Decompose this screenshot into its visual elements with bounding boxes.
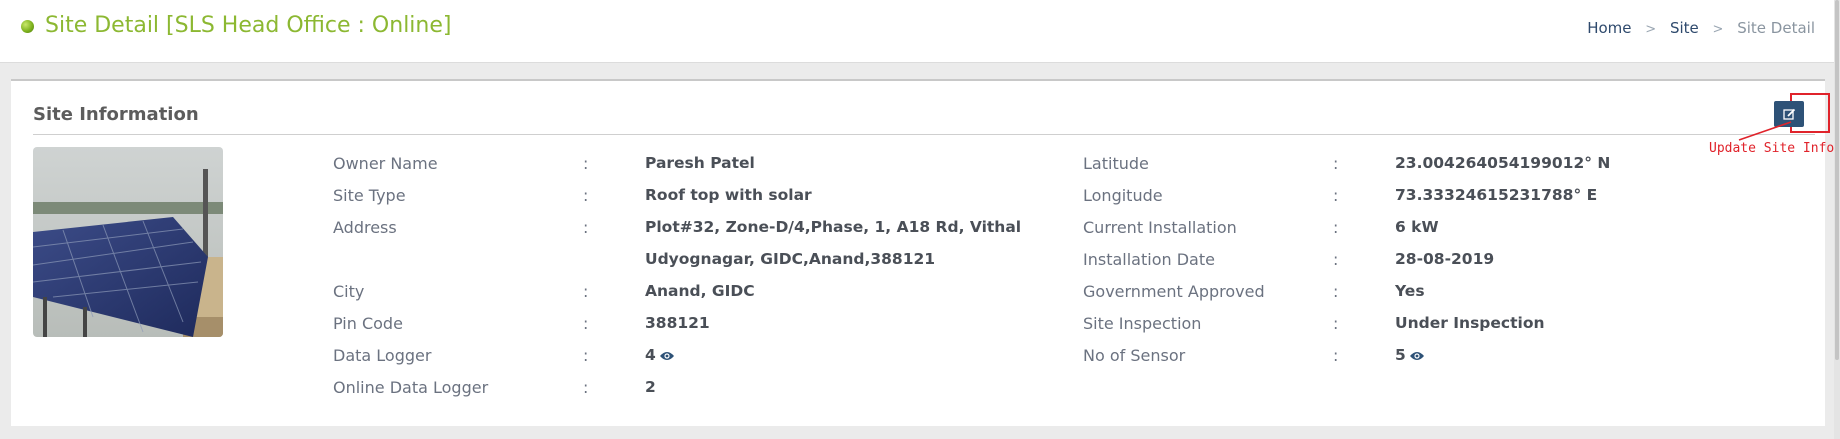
field-label: Site Type bbox=[333, 186, 406, 205]
field-colon: : bbox=[583, 314, 589, 333]
field-colon: : bbox=[1333, 346, 1339, 365]
edit-icon bbox=[1782, 108, 1795, 120]
breadcrumb: Home > Site > Site Detail bbox=[1587, 19, 1815, 37]
field-colon: : bbox=[1333, 154, 1339, 173]
page-scrollbar[interactable] bbox=[1834, 0, 1840, 439]
chevron-right-icon: > bbox=[1712, 22, 1724, 37]
field-colon: : bbox=[1333, 218, 1339, 237]
field-label: No of Sensor bbox=[1083, 346, 1186, 365]
field-value: Anand, GIDC bbox=[645, 282, 755, 300]
field-value: Plot#32, Zone-D/4,Phase, 1, A18 Rd, Vith… bbox=[645, 218, 1022, 236]
field-value: 5 bbox=[1395, 346, 1406, 364]
page-title: Site Detail [SLS Head Office : Online] bbox=[45, 13, 452, 38]
field-colon: : bbox=[583, 186, 589, 205]
field-value: 73.33324615231788° E bbox=[1395, 186, 1598, 204]
solar-panel-image bbox=[33, 147, 223, 337]
field-label: Online Data Logger bbox=[333, 378, 489, 397]
data-logger-value: 4 bbox=[645, 346, 675, 364]
site-photo bbox=[33, 147, 223, 337]
field-value-line2: Udyognagar, GIDC,Anand,388121 bbox=[645, 250, 936, 268]
breadcrumb-current: Site Detail bbox=[1737, 19, 1815, 37]
field-value: 388121 bbox=[645, 314, 710, 332]
field-value: 2 bbox=[645, 378, 656, 396]
field-colon: : bbox=[583, 378, 589, 397]
field-label: Address bbox=[333, 218, 397, 237]
field-colon: : bbox=[1333, 282, 1339, 301]
breadcrumb-home[interactable]: Home bbox=[1587, 19, 1631, 37]
field-colon: : bbox=[583, 282, 589, 301]
field-value: 6 kW bbox=[1395, 218, 1439, 236]
breadcrumb-site[interactable]: Site bbox=[1670, 19, 1699, 37]
field-colon: : bbox=[583, 218, 589, 237]
card-title: Site Information bbox=[33, 104, 199, 125]
field-colon: : bbox=[1333, 186, 1339, 205]
field-value: Yes bbox=[1395, 282, 1425, 300]
field-value: Roof top with solar bbox=[645, 186, 812, 204]
online-status-icon bbox=[21, 20, 34, 33]
field-colon: : bbox=[1333, 314, 1339, 333]
field-value: Paresh Patel bbox=[645, 154, 755, 172]
field-label: Longitude bbox=[1083, 186, 1163, 205]
field-label: City bbox=[333, 282, 365, 301]
card-divider bbox=[33, 134, 1815, 135]
field-label: Pin Code bbox=[333, 314, 403, 333]
callout-arrow bbox=[1738, 121, 1792, 141]
field-value: 4 bbox=[645, 346, 656, 364]
field-label: Government Approved bbox=[1083, 282, 1265, 301]
field-label: Site Inspection bbox=[1083, 314, 1202, 333]
update-site-info-callout: Update Site Info bbox=[1709, 141, 1835, 156]
field-label: Owner Name bbox=[333, 154, 438, 173]
eye-icon[interactable] bbox=[659, 350, 675, 362]
field-value: 28-08-2019 bbox=[1395, 250, 1495, 268]
chevron-right-icon: > bbox=[1645, 22, 1657, 37]
sensor-count-value: 5 bbox=[1395, 346, 1425, 364]
field-colon: : bbox=[583, 154, 589, 173]
field-label: Current Installation bbox=[1083, 218, 1237, 237]
field-label: Latitude bbox=[1083, 154, 1149, 173]
field-value: 23.004264054199012° N bbox=[1395, 154, 1611, 172]
field-colon: : bbox=[583, 346, 589, 365]
scrollbar-thumb[interactable] bbox=[1835, 0, 1839, 360]
field-label: Data Logger bbox=[333, 346, 432, 365]
field-label: Installation Date bbox=[1083, 250, 1215, 269]
field-value: Under Inspection bbox=[1395, 314, 1545, 332]
eye-icon[interactable] bbox=[1409, 350, 1425, 362]
field-colon: : bbox=[1333, 250, 1339, 269]
page-header: Site Detail [SLS Head Office : Online] H… bbox=[0, 0, 1840, 63]
